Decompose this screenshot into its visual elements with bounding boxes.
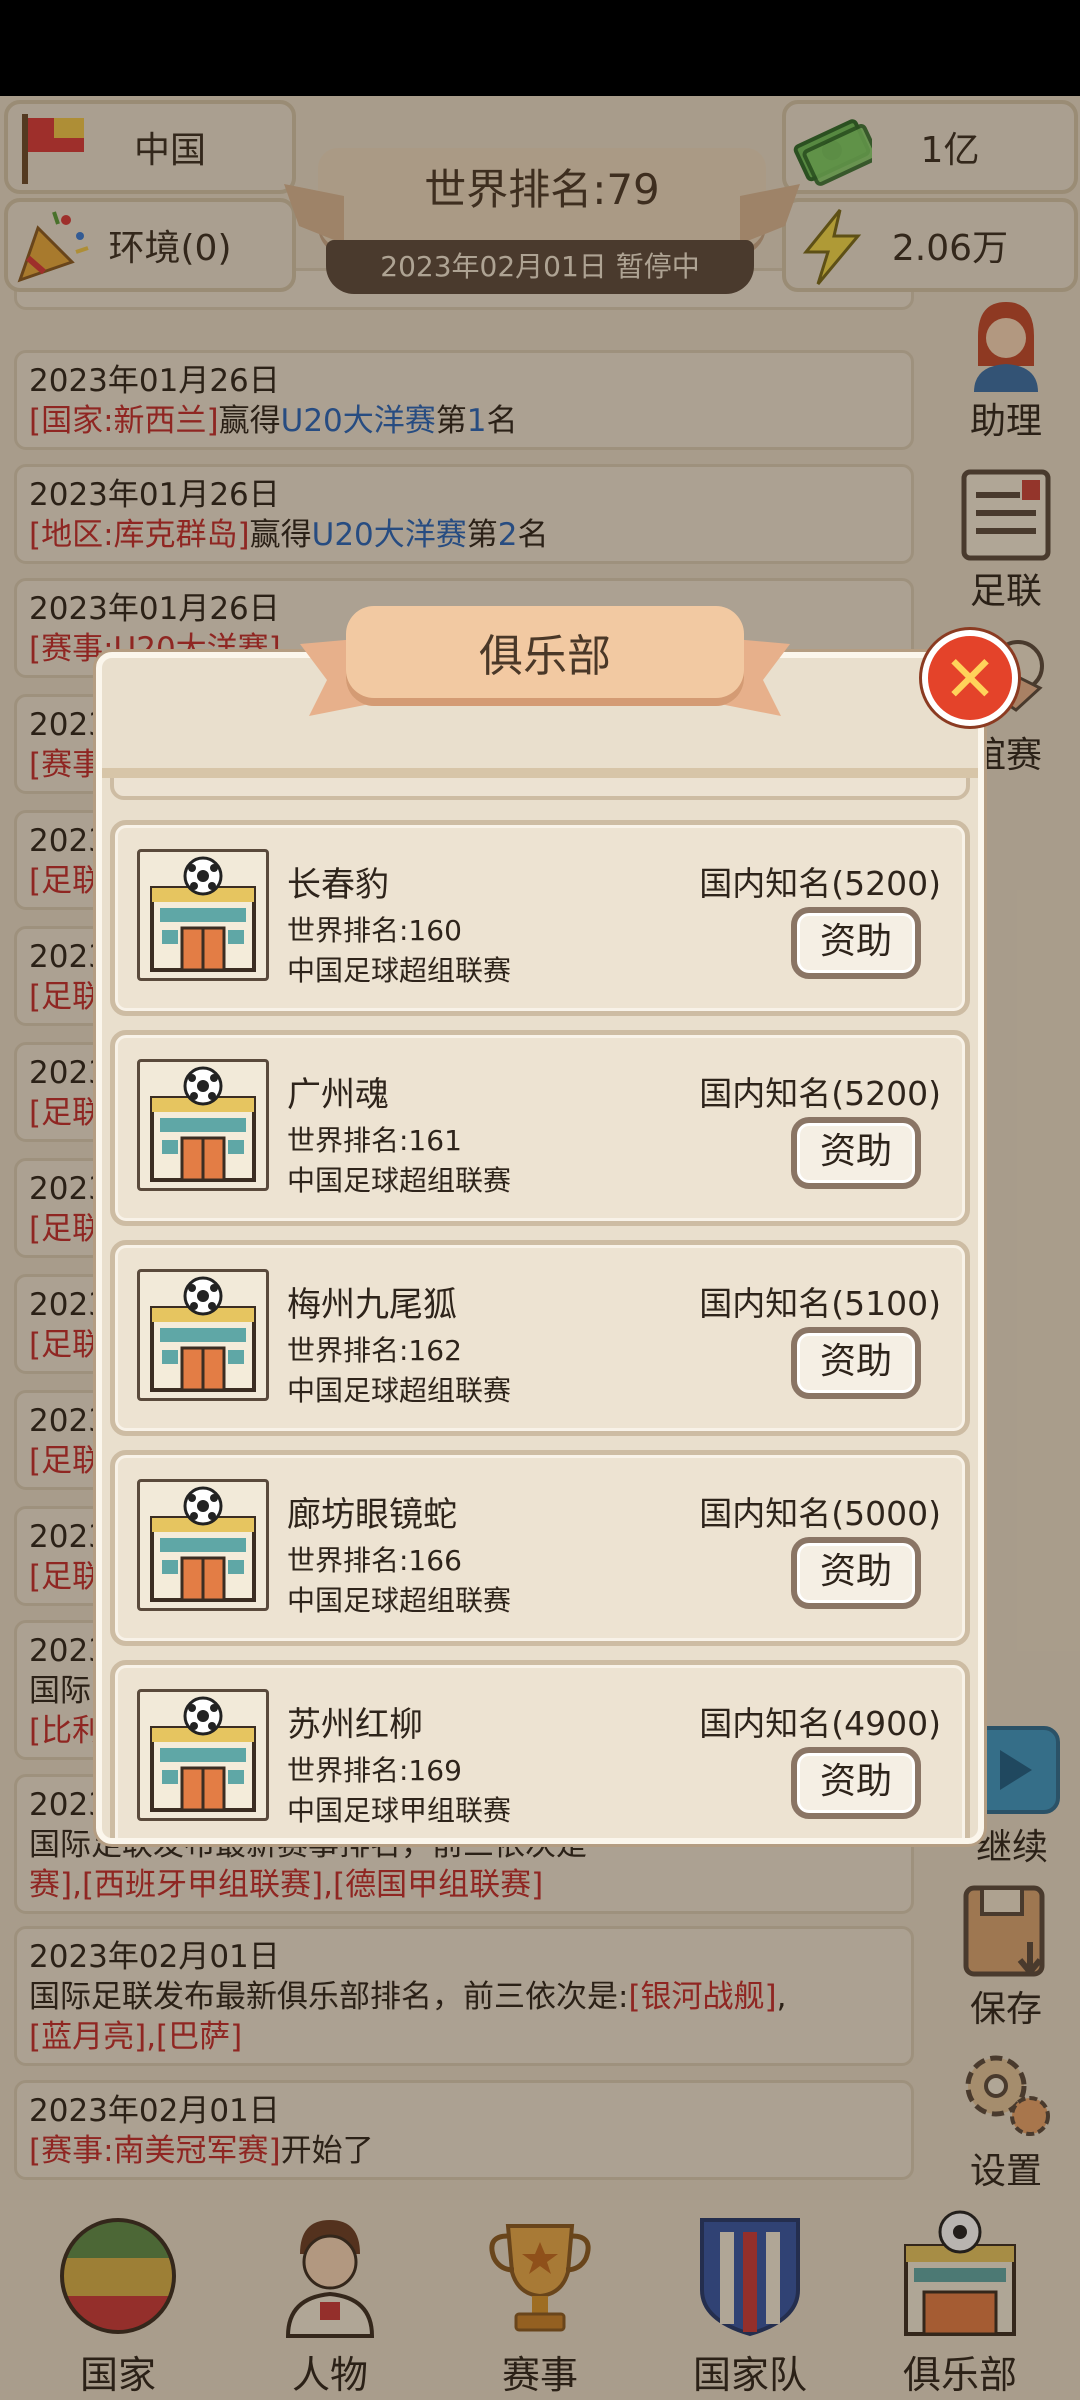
fund-button[interactable]: 资助 [791,907,921,979]
club-world-rank: 世界排名:162 [287,1334,462,1367]
club-card[interactable]: 苏州红柳世界排名:169 中国足球甲组联赛 国内知名(4900) 资助 [110,1660,970,1838]
club-league: 中国足球超组联赛 [287,1374,512,1407]
club-name: 广州魂 [287,1075,389,1115]
club-fame: 国内知名(4900) [699,1704,941,1743]
club-name: 长春豹 [287,865,389,905]
club-world-rank: 世界排名:161 [287,1124,462,1157]
club-dialog: 长春豹 世界排名:160 中国足球超组联赛 国内知名(5200) 资助 广州魂 世界排名:1… [96,652,984,1844]
club-fame: 国内知名(5100) [699,1284,941,1323]
club-league: 中国足球超组联赛 [287,1164,512,1197]
club-fame: 国内知名(5200) [699,864,941,903]
fund-button[interactable]: 资助 [791,1117,921,1189]
club-building-icon [137,1479,269,1611]
dialog-title-ribbon: 俱乐部 [300,596,790,746]
club-name: 苏州红柳 [287,1705,423,1745]
club-card[interactable]: 广州魂世界排名:161 中国足球超组联赛 国内知名(5200) 资助 [110,1030,970,1226]
dialog-divider [102,768,978,778]
club-building-icon [137,1059,269,1191]
dialog-title: 俱乐部 [479,631,611,682]
club-name: 梅州九尾狐 [287,1285,457,1325]
club-list[interactable]: 长春豹 世界排名:160 中国足球超组联赛 国内知名(5200) 资助 广州魂 世界排名:1… [102,778,978,1838]
club-league: 中国足球甲组联赛 [287,1794,512,1827]
club-world-rank: 世界排名:166 [287,1544,462,1577]
club-building-icon [137,849,269,981]
club-world-rank: 世界排名:169 [287,1754,462,1787]
close-icon: ✕ [943,643,997,717]
club-fame: 国内知名(5000) [699,1494,941,1533]
fund-button[interactable]: 资助 [791,1327,921,1399]
club-card[interactable]: 梅州九尾狐世界排名:162 中国足球超组联赛 国内知名(5100) 资助 [110,1240,970,1436]
club-card[interactable]: 长春豹世界排名:160 中国足球超组联赛 国内知名(5200) 资助 [110,820,970,1016]
club-name: 廊坊眼镜蛇 [287,1495,457,1535]
club-card[interactable]: 廊坊眼镜蛇世界排名:166 中国足球超组联赛 国内知名(5000) 资助 [110,1450,970,1646]
club-card-partial [110,778,970,800]
fund-button[interactable]: 资助 [791,1537,921,1609]
club-world-rank: 世界排名:160 [287,914,462,947]
status-bar [0,0,1080,96]
club-building-icon [137,1689,269,1821]
close-button[interactable]: ✕ [922,630,1018,726]
club-building-icon [137,1269,269,1401]
club-league: 中国足球超组联赛 [287,954,512,987]
club-league: 中国足球超组联赛 [287,1584,512,1617]
club-fame: 国内知名(5200) [699,1074,941,1113]
fund-button[interactable]: 资助 [791,1747,921,1819]
